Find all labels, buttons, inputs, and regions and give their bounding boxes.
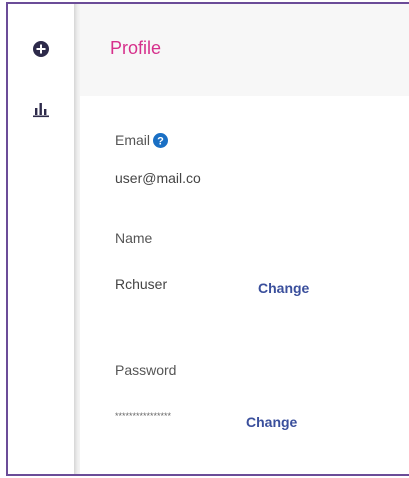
- name-value: Rchuser: [115, 276, 168, 292]
- svg-text:?: ?: [157, 136, 164, 148]
- password-masked-value: ****************: [115, 411, 172, 421]
- page-header: Profile: [80, 4, 409, 96]
- email-label: Email: [115, 132, 151, 148]
- question-mark-icon[interactable]: ?: [153, 133, 169, 148]
- sidebar: [8, 4, 74, 474]
- plus-circle-icon[interactable]: [32, 40, 50, 58]
- change-name-link[interactable]: Change: [258, 280, 309, 296]
- app-window: Profile Email ? user@mail.co Name Rchuse…: [6, 2, 409, 476]
- email-value: user@mail.co: [115, 170, 201, 186]
- change-password-link[interactable]: Change: [246, 414, 297, 430]
- profile-panel: Profile Email ? user@mail.co Name Rchuse…: [80, 4, 409, 474]
- name-label: Name: [115, 230, 153, 246]
- email-label-row: Email ?: [115, 132, 169, 148]
- bar-chart-icon[interactable]: [32, 100, 50, 118]
- password-label: Password: [115, 362, 177, 378]
- page-title: Profile: [110, 38, 162, 58]
